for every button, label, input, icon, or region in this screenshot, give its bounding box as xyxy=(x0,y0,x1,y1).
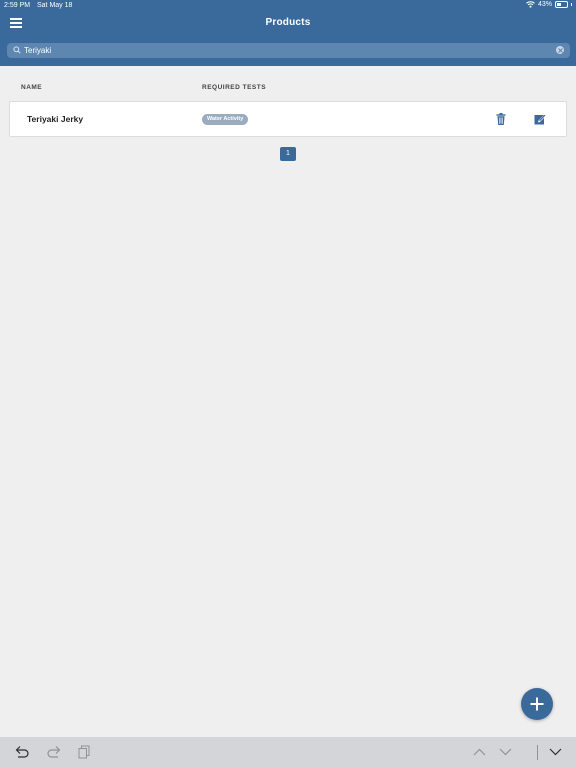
toolbar-divider xyxy=(537,745,538,760)
undo-icon[interactable] xyxy=(15,745,30,759)
test-badge: Water Activity xyxy=(202,114,249,125)
column-header-required-tests: REQUIRED TESTS xyxy=(202,84,267,91)
search-icon xyxy=(13,46,21,54)
search-input[interactable] xyxy=(24,43,544,58)
battery-percent: 43% xyxy=(537,1,552,8)
app-header: 2:59 PM Sat May 18 43% Products xyxy=(0,0,576,66)
search-bar xyxy=(7,43,570,58)
status-date: Sat May 18 xyxy=(37,2,73,9)
chevron-down-icon[interactable] xyxy=(499,748,512,756)
plus-icon xyxy=(530,697,544,711)
product-name: Teriyaki Jerky xyxy=(27,114,84,124)
table-row[interactable]: Teriyaki Jerky Water Activity xyxy=(9,101,567,137)
status-indicators: 43% xyxy=(526,1,572,8)
add-product-button[interactable] xyxy=(521,688,553,720)
wifi-icon xyxy=(526,1,535,8)
edit-icon[interactable] xyxy=(534,113,547,125)
paste-icon[interactable] xyxy=(78,745,90,759)
battery-tip xyxy=(571,3,572,6)
page-title: Products xyxy=(265,17,311,28)
chevron-up-icon[interactable] xyxy=(473,748,486,756)
clear-icon xyxy=(557,47,563,53)
redo-icon[interactable] xyxy=(46,745,61,759)
status-bar: 2:59 PM Sat May 18 43% xyxy=(0,0,576,12)
clear-search-button[interactable] xyxy=(556,46,564,54)
column-header-name: NAME xyxy=(21,84,43,91)
trash-icon[interactable] xyxy=(496,113,506,125)
keyboard-dismiss-icon[interactable] xyxy=(549,748,562,756)
pagination-page-1[interactable]: 1 xyxy=(280,147,296,161)
keyboard-toolbar xyxy=(0,737,576,768)
status-time: 2:59 PM xyxy=(4,2,31,9)
battery-icon xyxy=(555,1,568,8)
